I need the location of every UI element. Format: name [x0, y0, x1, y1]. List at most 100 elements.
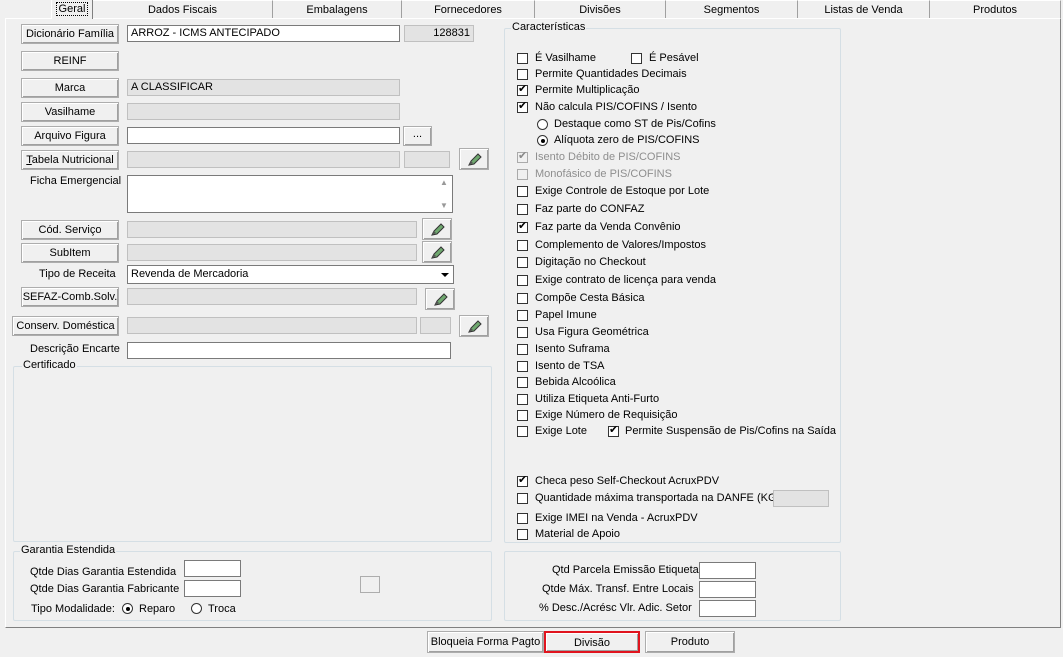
edit-tabela-button[interactable] [459, 148, 489, 170]
tab-segmentos[interactable]: Segmentos [666, 0, 798, 18]
check-icon: ✔ [609, 424, 619, 436]
cod-servico-button[interactable]: Cód. Serviço [21, 220, 119, 240]
tabela-nutricional-button[interactable]: Tabela Nutricional [21, 150, 119, 170]
checkbox-permite-qtd-decimais[interactable] [517, 69, 528, 80]
checkbox-nao-calcula-pis[interactable]: ✔ [517, 100, 528, 113]
label-exige-lote: Exige Lote [535, 425, 587, 437]
label-bebida-alcoolica: Bebida Alcoólica [535, 376, 616, 388]
tipo-receita-select[interactable]: Revenda de Mercadoria [127, 265, 454, 284]
ficha-emergencial-memo[interactable]: ▲ ▼ [127, 175, 453, 213]
troca-radio[interactable] [191, 603, 202, 614]
checkbox-checa-peso[interactable]: ✔ [517, 474, 528, 487]
checkbox-exige-imei[interactable] [517, 513, 528, 524]
checkbox-cesta-basica[interactable] [517, 293, 528, 304]
memo-scrollbar[interactable]: ▲ ▼ [436, 176, 452, 212]
checkbox-exige-lote[interactable] [517, 426, 528, 437]
scroll-down-icon[interactable]: ▼ [440, 201, 448, 210]
checkbox-papel-imune[interactable] [517, 310, 528, 321]
label-permite-qtd-decimais: Permite Quantidades Decimais [535, 68, 687, 80]
arquivo-figura-field[interactable] [127, 127, 400, 144]
reparo-radio[interactable] [122, 603, 133, 614]
pencil-icon [431, 223, 445, 236]
tab-geral[interactable]: Geral [51, 0, 93, 19]
checkbox-etiqueta-anti-furto[interactable] [517, 394, 528, 405]
checkbox-qtd-max-danfe[interactable] [517, 493, 528, 504]
label-exige-imei: Exige IMEI na Venda - AcruxPDV [535, 512, 698, 524]
vasilhame-button[interactable]: Vasilhame [21, 102, 119, 122]
checkbox-bebida-alcoolica[interactable] [517, 377, 528, 388]
checkbox-material-apoio[interactable] [517, 529, 528, 540]
checkbox-figura-geometrica[interactable] [517, 327, 528, 338]
tab-listas-de-venda[interactable]: Listas de Venda [798, 0, 930, 18]
qtde-max-transf-field[interactable] [699, 581, 756, 598]
subitem-button[interactable]: SubItem [21, 243, 119, 263]
label-nao-calcula-pis: Não calcula PIS/COFINS / Isento [535, 101, 698, 113]
label-suspensao-pis: Permite Suspensão de Pis/Cofins na Saída [625, 425, 836, 437]
desc-acresc-field[interactable] [699, 600, 756, 617]
produto-button[interactable]: Produto [645, 631, 735, 653]
qtde-fabricante-label: Qtde Dias Garantia Fabricante [30, 583, 180, 595]
tabela-nutricional-field [127, 151, 400, 168]
dicionario-familia-button[interactable]: Dicionário Família [21, 24, 119, 44]
chevron-down-icon[interactable] [437, 266, 453, 283]
edit-sefaz-button[interactable] [425, 288, 455, 310]
tab-dados-fiscais[interactable]: Dados Fiscais [93, 0, 273, 18]
checkbox-exige-controle-lote[interactable] [517, 186, 528, 197]
qtde-fabricante-field[interactable] [184, 580, 241, 597]
edit-subitem-button[interactable] [422, 241, 452, 263]
checkbox-complemento-valores[interactable] [517, 240, 528, 251]
arquivo-figura-button[interactable]: Arquivo Figura [21, 126, 119, 146]
check-icon: ✔ [518, 150, 528, 162]
sefaz-comb-solv-field [127, 288, 417, 305]
checkbox-e-vasilhame[interactable] [517, 53, 528, 64]
pencil-icon [468, 153, 482, 166]
tab-fornecedores[interactable]: Fornecedores [402, 0, 535, 18]
descricao-encarte-field[interactable] [127, 342, 451, 359]
checkbox-isento-debito: ✔ [517, 150, 528, 163]
scroll-up-icon[interactable]: ▲ [440, 178, 448, 187]
checkbox-isento-tsa[interactable] [517, 361, 528, 372]
bloqueia-forma-pagto-button[interactable]: Bloqueia Forma Pagto [427, 631, 544, 653]
checkbox-venda-convenio[interactable]: ✔ [517, 220, 528, 233]
qtd-parcela-field[interactable] [699, 562, 756, 579]
divisao-button[interactable]: Divisão [544, 631, 640, 653]
checkbox-isento-suframa[interactable] [517, 344, 528, 355]
reinf-button[interactable]: REINF [21, 51, 119, 71]
sefaz-comb-solv-button[interactable]: SEFAZ-Comb.Solv. [21, 287, 119, 307]
radio-aliquota-zero[interactable] [537, 135, 548, 146]
dicionario-familia-field[interactable]: ARROZ - ICMS ANTECIPADO [127, 25, 400, 42]
radio-destaque-st[interactable] [537, 119, 548, 130]
pencil-icon [434, 293, 448, 306]
qtd-parcela-label: Qtd Parcela Emissão Etiqueta [552, 564, 699, 576]
label-isento-tsa: Isento de TSA [535, 360, 605, 372]
label-permite-multiplicacao: Permite Multiplicação [535, 84, 640, 96]
checkbox-numero-requisicao[interactable] [517, 410, 528, 421]
checkbox-contrato-licenca[interactable] [517, 275, 528, 286]
checkbox-suspensao-pis[interactable]: ✔ [608, 424, 619, 437]
marca-button[interactable]: Marca [21, 78, 119, 98]
tab-strip: Geral Dados Fiscais Embalagens Fornecedo… [0, 0, 1063, 19]
checkbox-permite-multiplicacao[interactable]: ✔ [517, 83, 528, 96]
label-numero-requisicao: Exige Número de Requisição [535, 409, 678, 421]
ficha-emergencial-label: Ficha Emergencial [30, 175, 122, 187]
pencil-icon [468, 320, 482, 333]
checkbox-digitacao-checkout[interactable] [517, 257, 528, 268]
tipo-receita-value: Revenda de Mercadoria [131, 268, 249, 280]
tab-produtos[interactable]: Produtos [930, 0, 1061, 18]
label-checa-peso: Checa peso Self-Checkout AcruxPDV [535, 475, 720, 487]
conserv-domestica-button[interactable]: Conserv. Doméstica [12, 316, 119, 336]
tab-divisoes[interactable]: Divisões [535, 0, 666, 18]
checkbox-e-pesavel[interactable] [631, 53, 642, 64]
tab-embalagens[interactable]: Embalagens [273, 0, 402, 18]
qtde-estendida-field[interactable] [184, 560, 241, 577]
conserv-domestica-field [127, 317, 417, 334]
edit-conserv-button[interactable] [459, 315, 489, 337]
troca-label: Troca [208, 603, 236, 615]
marca-field: A CLASSIFICAR [127, 79, 400, 96]
edit-cod-servico-button[interactable] [422, 218, 452, 240]
checkbox-confaz[interactable] [517, 204, 528, 215]
qtde-estendida-label: Qtde Dias Garantia Estendida [30, 566, 177, 578]
browse-button[interactable]: ... [403, 126, 432, 146]
label-material-apoio: Material de Apoio [535, 528, 620, 540]
label-papel-imune: Papel Imune [535, 309, 597, 321]
